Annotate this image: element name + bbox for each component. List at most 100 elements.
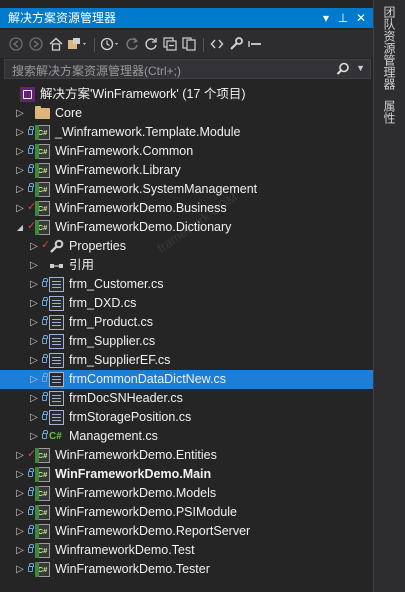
tree-item[interactable]: ▷ frm_SupplierEF.cs [0, 351, 373, 370]
csproj-icon: C# [35, 505, 50, 520]
form-file-icon [49, 334, 64, 349]
collapse-arrow-icon[interactable]: ▷ [29, 313, 39, 332]
collapse-arrow-icon[interactable]: ▷ [15, 560, 25, 579]
show-all-files-icon[interactable] [181, 35, 197, 53]
tab-team-explorer[interactable]: 团队资源管理器 [382, 6, 398, 90]
close-icon[interactable]: ✕ [354, 8, 368, 28]
sync-with-active-document-icon[interactable] [124, 35, 140, 53]
search-icon[interactable] [336, 62, 350, 81]
home-icon[interactable] [48, 35, 64, 53]
tab-properties[interactable]: 属性 [382, 100, 398, 124]
tree-item[interactable]: ▷ ✓ C# WinFrameworkDemo.Entities [0, 446, 373, 465]
auto-hide-pin-icon[interactable]: ⊥ [336, 8, 350, 28]
csproj-icon: C# [35, 562, 50, 577]
switch-views-icon[interactable] [67, 35, 89, 53]
collapse-arrow-icon[interactable]: ▷ [29, 256, 39, 275]
tree-item[interactable]: ▷ frm_Customer.cs [0, 275, 373, 294]
lock-icon [42, 411, 48, 420]
lock-icon [42, 430, 48, 439]
tree-item[interactable]: ◢ ✓ C# WinFrameworkDemo.Dictionary [0, 218, 373, 237]
tree-item[interactable]: ▷ C# WinFrameworkDemo.PSIModule [0, 503, 373, 522]
collapse-arrow-icon[interactable]: ▷ [15, 465, 25, 484]
collapse-arrow-icon[interactable]: ▷ [15, 541, 25, 560]
collapse-arrow-icon[interactable]: ▷ [15, 161, 25, 180]
tree-item[interactable]: ▷ frm_DXD.cs [0, 294, 373, 313]
form-file-icon [49, 296, 64, 311]
collapse-arrow-icon[interactable]: ▷ [29, 237, 39, 256]
tree-item-label: frm_Product.cs [69, 315, 154, 329]
tree-item[interactable]: ▷ C# WinFramework.Library [0, 161, 373, 180]
side-tab-strip: 团队资源管理器 属性 [373, 0, 405, 592]
csproj-icon: C# [35, 144, 50, 159]
refresh-icon[interactable] [143, 35, 159, 53]
forward-icon[interactable] [28, 35, 44, 53]
collapse-arrow-icon[interactable]: ▷ [15, 484, 25, 503]
collapse-arrow-icon[interactable]: ▷ [15, 503, 25, 522]
collapse-arrow-icon[interactable]: ▷ [15, 180, 25, 199]
collapse-arrow-icon[interactable]: ▷ [29, 294, 39, 313]
tree-item[interactable]: ▷ C# Management.cs [0, 427, 373, 446]
tree-item-label: WinFramework.Library [55, 163, 181, 177]
collapse-arrow-icon[interactable]: ▷ [29, 351, 39, 370]
collapse-arrow-icon[interactable]: ▷ [29, 332, 39, 351]
tree-item[interactable]: ▷ ✓ C# WinFrameworkDemo.Business [0, 199, 373, 218]
preview-selected-items-icon[interactable] [247, 35, 263, 53]
form-file-icon [49, 410, 64, 425]
tree-item[interactable]: ▷ C# WinFrameworkDemo.ReportServer [0, 522, 373, 541]
collapse-arrow-icon[interactable]: ▷ [15, 199, 25, 218]
tree-item[interactable]: ▷ ✓ Properties [0, 237, 373, 256]
collapse-arrow-icon[interactable]: ▷ [29, 389, 39, 408]
tree-item[interactable]: ▷ C# WinFramework.SystemManagement [0, 180, 373, 199]
lock-icon [28, 506, 34, 515]
tree-item-label: WinFramework.SystemManagement [55, 182, 258, 196]
collapse-arrow-icon[interactable]: ▷ [29, 275, 39, 294]
form-file-icon [49, 391, 64, 406]
csproj-icon: C# [35, 543, 50, 558]
collapse-arrow-icon[interactable]: ▷ [15, 123, 25, 142]
collapse-arrow-icon[interactable]: ▷ [15, 446, 25, 465]
tree-item[interactable]: ▷ C# WinFrameworkDemo.Tester [0, 560, 373, 579]
tree-item[interactable]: ▷ frmCommonDataDictNew.cs [0, 370, 373, 389]
tree-item[interactable]: ▷ C# WinframeworkDemo.Test [0, 541, 373, 560]
pending-changes-filter-icon[interactable] [100, 35, 122, 53]
tree-item[interactable]: ▷ frmStoragePosition.cs [0, 408, 373, 427]
lock-icon [28, 183, 34, 192]
csproj-icon: C# [35, 448, 50, 463]
collapse-arrow-icon[interactable]: ▷ [15, 142, 25, 161]
lock-icon [28, 145, 34, 154]
search-options-dropdown-icon[interactable]: ▼ [356, 63, 365, 73]
tree-item[interactable]: ▷ C# WinFramework.Common [0, 142, 373, 161]
tree-item-label: frm_SupplierEF.cs [69, 353, 171, 367]
solution-icon [20, 87, 35, 102]
lock-icon [28, 563, 34, 572]
solution-explorer-panel: 解决方案资源管理器 ▾ ⊥ ✕ 搜索解决方案资源管理器(Ctrl+;) ▼ fr… [0, 0, 373, 592]
tree-item-label: WinFrameworkDemo.ReportServer [55, 524, 251, 538]
tree-item[interactable]: ▷ frmDocSNHeader.cs [0, 389, 373, 408]
tree-item[interactable]: ▷ Core [0, 104, 373, 123]
tree-item[interactable]: ▷ frm_Supplier.cs [0, 332, 373, 351]
tree-item[interactable]: ▷ C# WinFrameworkDemo.Models [0, 484, 373, 503]
tree-item-label: WinFrameworkDemo.Models [55, 486, 217, 500]
collapse-all-icon[interactable] [162, 35, 178, 53]
tree-item[interactable]: 解决方案'WinFramework' (17 个项目) [0, 85, 373, 104]
tree-item-label: 引用 [69, 258, 95, 272]
expand-arrow-icon[interactable]: ◢ [15, 218, 25, 237]
panel-toolbar [0, 30, 373, 58]
view-code-icon[interactable] [209, 35, 225, 53]
collapse-arrow-icon[interactable]: ▷ [29, 427, 39, 446]
back-icon[interactable] [8, 35, 24, 53]
collapse-arrow-icon[interactable]: ▷ [29, 408, 39, 427]
tree-item[interactable]: ▷ C# WinFrameworkDemo.Main [0, 465, 373, 484]
properties-wrench-icon[interactable] [228, 35, 244, 53]
tree-item[interactable]: ▷ frm_Product.cs [0, 313, 373, 332]
tree-item[interactable]: ▷ 引用 [0, 256, 373, 275]
search-input[interactable]: 搜索解决方案资源管理器(Ctrl+;) ▼ [4, 59, 371, 79]
collapse-arrow-icon[interactable]: ▷ [29, 370, 39, 389]
toolbar-separator [203, 38, 204, 52]
window-position-dropdown-icon[interactable]: ▾ [319, 8, 333, 28]
collapse-arrow-icon[interactable]: ▷ [15, 104, 25, 123]
collapse-arrow-icon[interactable]: ▷ [15, 522, 25, 541]
tree-item-label: frm_Supplier.cs [69, 334, 156, 348]
csproj-icon: C# [35, 220, 50, 235]
tree-item[interactable]: ▷ C# _Winframework.Template.Module [0, 123, 373, 142]
